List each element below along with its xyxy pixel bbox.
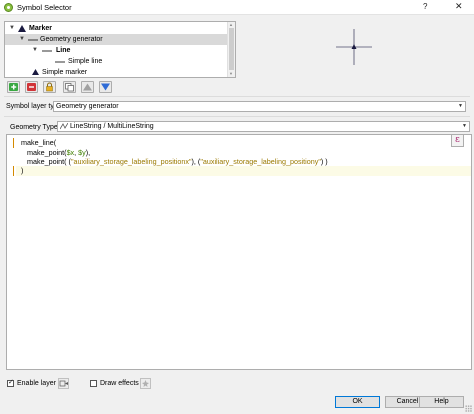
symbol-preview-canvas [336,29,372,65]
code-line-4-current: ) [16,166,471,176]
tree-item-label: Geometry generator [40,36,103,43]
tree-item-marker[interactable]: ▼ Marker [5,23,227,34]
simple-line-icon [55,61,65,63]
effects-star-icon [142,380,149,387]
simple-marker-triangle-icon [32,69,39,75]
geometry-type-combo[interactable]: LineString / MultiLineString ▼ [57,121,470,132]
tree-item-simple-marker[interactable]: Simple marker [5,67,227,78]
duplicate-layer-button[interactable] [63,81,76,93]
collapse-caret-icon[interactable]: ▼ [19,34,25,45]
enable-layer-checkbox[interactable]: ✓ [7,379,14,387]
chevron-down-icon: ▼ [458,103,463,109]
tree-scrollbar[interactable]: ▲ ▼ [227,22,235,77]
tree-item-label: Marker [29,25,52,32]
lock-icon [46,82,53,92]
ok-button[interactable]: OK [335,396,380,408]
close-window-button[interactable]: ✕ [455,1,463,12]
expression-editor[interactable]: make_line( make_point($x, $y), make_poin… [6,134,472,370]
line-symbol-icon [42,50,52,52]
draw-effects-checkbox[interactable] [90,380,97,387]
move-up-button[interactable] [81,81,94,93]
lock-layer-button[interactable] [43,81,56,93]
scrollbar-thumb[interactable] [229,28,234,70]
tree-item-label: Simple marker [42,69,88,76]
geometry-type-label: Geometry Type [10,124,58,131]
tree-item-label: Simple line [68,58,103,65]
scroll-down-icon[interactable]: ▼ [229,71,233,76]
brace-match-marker [13,166,14,176]
help-title-button[interactable]: ? [423,2,427,11]
scroll-up-icon[interactable]: ▲ [229,22,233,27]
geometry-type-value: LineString / MultiLineString [70,123,154,130]
separator [4,116,470,117]
move-down-button[interactable] [99,81,112,93]
symbol-preview [240,21,468,78]
data-defined-override-button[interactable]: ε [451,134,464,147]
marker-triangle-icon [18,25,26,32]
brace-match-marker [13,138,14,148]
minus-icon [27,83,36,91]
enable-layer-label: Enable layer [17,380,56,387]
resize-grip[interactable] [465,405,472,412]
collapse-caret-icon[interactable]: ▼ [32,45,38,56]
geometry-generator-icon [28,39,38,41]
qgis-app-icon [4,3,13,12]
title-bar: Symbol Selector ? ✕ [0,0,474,15]
checkmark-icon: ✓ [8,379,14,386]
effects-settings-button[interactable] [140,378,151,389]
epsilon-icon: ε [455,135,460,145]
tree-item-label: Line [56,47,71,54]
arrow-down-icon [101,83,110,91]
tree-item-line[interactable]: ▼ Line [5,45,227,56]
window-title: Symbol Selector [17,3,72,12]
symbol-layer-tree[interactable]: ▼ Marker ▼ Geometry generator ▼ Line Sim… [4,21,236,78]
duplicate-icon [65,83,74,92]
symbol-layer-type-value: Geometry generator [56,103,119,110]
symbol-layer-type-combo[interactable]: Geometry generator ▼ [53,101,466,112]
code-line-1: make_line( [21,138,57,147]
linestring-icon [60,123,68,130]
data-defined-enable-button[interactable] [58,378,69,389]
remove-layer-button[interactable] [25,81,38,93]
draw-effects-label: Draw effects [100,380,139,387]
help-button[interactable]: Help [419,396,464,408]
plus-icon [9,83,18,91]
tree-item-geometry-generator[interactable]: ▼ Geometry generator [5,34,227,45]
data-defined-icon [59,380,68,387]
separator [4,96,470,97]
chevron-down-icon: ▼ [462,123,467,129]
arrow-up-icon [83,83,92,91]
collapse-caret-icon[interactable]: ▼ [9,23,15,34]
tree-item-simple-line[interactable]: Simple line [5,56,227,67]
add-layer-button[interactable] [7,81,20,93]
